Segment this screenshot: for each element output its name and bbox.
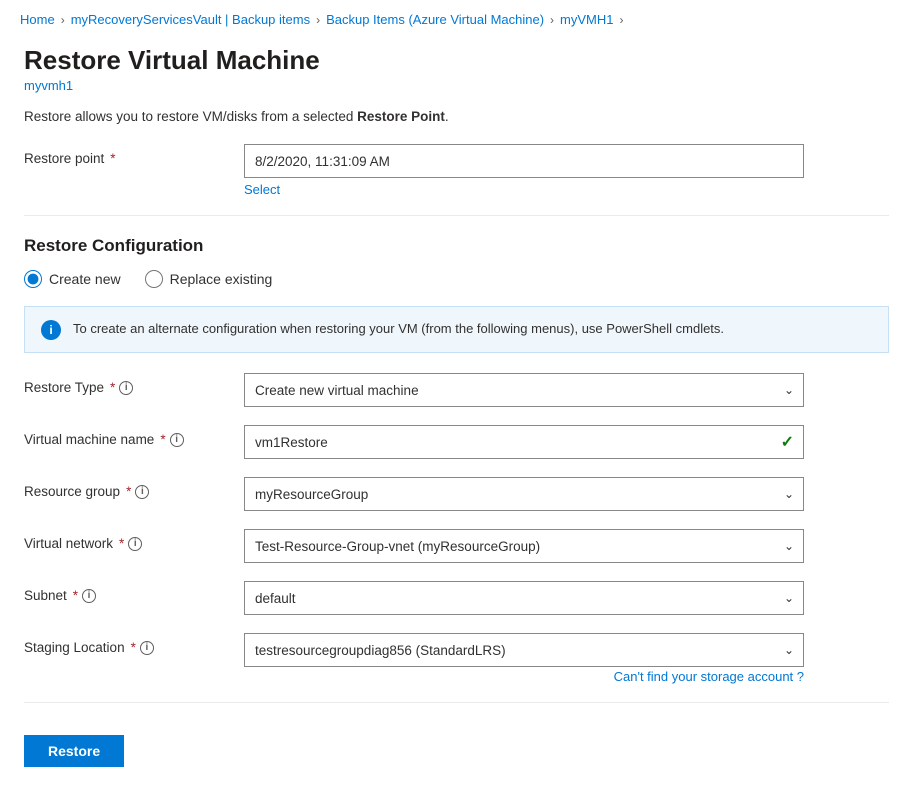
breadcrumb-backup-items[interactable]: Backup Items (Azure Virtual Machine) <box>326 12 544 27</box>
divider-2 <box>24 702 889 703</box>
subnet-select-wrapper: default ⌄ <box>244 581 804 615</box>
restore-type-row: Restore Type * i Create new virtual mach… <box>24 373 889 407</box>
resource-group-label: Resource group * i <box>24 477 244 499</box>
restore-point-row: Restore point * Select <box>24 144 889 197</box>
radio-create-new[interactable]: Create new <box>24 270 121 288</box>
page-title: Restore Virtual Machine <box>24 45 889 76</box>
page-subtitle: myvmh1 <box>24 78 889 93</box>
resource-group-control: myResourceGroup ⌄ <box>244 477 804 511</box>
subnet-control: default ⌄ <box>244 581 804 615</box>
restore-mode-radio-group: Create new Replace existing <box>24 270 889 288</box>
subnet-info-icon[interactable]: i <box>82 589 96 603</box>
staging-location-row: Staging Location * i testresourcegroupdi… <box>24 633 889 684</box>
breadcrumb-vm[interactable]: myVMH1 <box>560 12 613 27</box>
restore-button[interactable]: Restore <box>24 735 124 767</box>
subnet-row: Subnet * i default ⌄ <box>24 581 889 615</box>
page-description: Restore allows you to restore VM/disks f… <box>24 109 889 124</box>
restore-point-control: Select <box>244 144 804 197</box>
radio-replace-existing[interactable]: Replace existing <box>145 270 273 288</box>
virtual-network-select-wrapper: Test-Resource-Group-vnet (myResourceGrou… <box>244 529 804 563</box>
staging-location-info-icon[interactable]: i <box>140 641 154 655</box>
restore-type-info-icon[interactable]: i <box>119 381 133 395</box>
restore-point-required: * <box>110 151 115 166</box>
info-box: i To create an alternate configuration w… <box>24 306 889 353</box>
storage-account-link[interactable]: Can't find your storage account ? <box>614 669 804 684</box>
vm-name-input-wrapper: ✓ <box>244 425 804 459</box>
virtual-network-info-icon[interactable]: i <box>128 537 142 551</box>
restore-point-input[interactable] <box>244 144 804 178</box>
storage-link-row: Can't find your storage account ? <box>244 669 804 684</box>
radio-replace-existing-label: Replace existing <box>170 271 273 287</box>
resource-group-select[interactable]: myResourceGroup <box>244 477 804 511</box>
staging-location-control: testresourcegroupdiag856 (StandardLRS) ⌄… <box>244 633 804 684</box>
virtual-network-label: Virtual network * i <box>24 529 244 551</box>
staging-location-label: Staging Location * i <box>24 633 244 655</box>
radio-create-new-input[interactable] <box>24 270 42 288</box>
radio-replace-existing-input[interactable] <box>145 270 163 288</box>
restore-configuration-title: Restore Configuration <box>24 236 889 256</box>
breadcrumb-vault[interactable]: myRecoveryServicesVault | Backup items <box>71 12 310 27</box>
breadcrumb: Home › myRecoveryServicesVault | Backup … <box>0 0 913 35</box>
vm-name-info-icon[interactable]: i <box>170 433 184 447</box>
staging-location-select-wrapper: testresourcegroupdiag856 (StandardLRS) ⌄ <box>244 633 804 667</box>
resource-group-info-icon[interactable]: i <box>135 485 149 499</box>
restore-type-select-wrapper: Create new virtual machine ⌄ <box>244 373 804 407</box>
breadcrumb-sep-1: › <box>61 13 65 27</box>
vm-name-row: Virtual machine name * i ✓ <box>24 425 889 459</box>
staging-location-select[interactable]: testresourcegroupdiag856 (StandardLRS) <box>244 633 804 667</box>
restore-type-label: Restore Type * i <box>24 373 244 395</box>
virtual-network-control: Test-Resource-Group-vnet (myResourceGrou… <box>244 529 804 563</box>
vm-name-input[interactable] <box>244 425 804 459</box>
breadcrumb-sep-3: › <box>550 13 554 27</box>
subnet-select[interactable]: default <box>244 581 804 615</box>
vm-name-label: Virtual machine name * i <box>24 425 244 447</box>
breadcrumb-sep-2: › <box>316 13 320 27</box>
restore-type-control: Create new virtual machine ⌄ <box>244 373 804 407</box>
info-box-icon: i <box>41 320 61 340</box>
resource-group-select-wrapper: myResourceGroup ⌄ <box>244 477 804 511</box>
vm-name-control: ✓ <box>244 425 804 459</box>
subnet-label: Subnet * i <box>24 581 244 603</box>
divider-1 <box>24 215 889 216</box>
breadcrumb-home[interactable]: Home <box>20 12 55 27</box>
virtual-network-select[interactable]: Test-Resource-Group-vnet (myResourceGrou… <box>244 529 804 563</box>
resource-group-row: Resource group * i myResourceGroup ⌄ <box>24 477 889 511</box>
virtual-network-row: Virtual network * i Test-Resource-Group-… <box>24 529 889 563</box>
vm-name-check-icon: ✓ <box>781 432 794 452</box>
breadcrumb-sep-4: › <box>620 13 624 27</box>
restore-point-select-link[interactable]: Select <box>244 182 804 197</box>
restore-point-label: Restore point * <box>24 144 244 166</box>
info-box-text: To create an alternate configuration whe… <box>73 319 724 339</box>
radio-create-new-label: Create new <box>49 271 121 287</box>
restore-type-select[interactable]: Create new virtual machine <box>244 373 804 407</box>
